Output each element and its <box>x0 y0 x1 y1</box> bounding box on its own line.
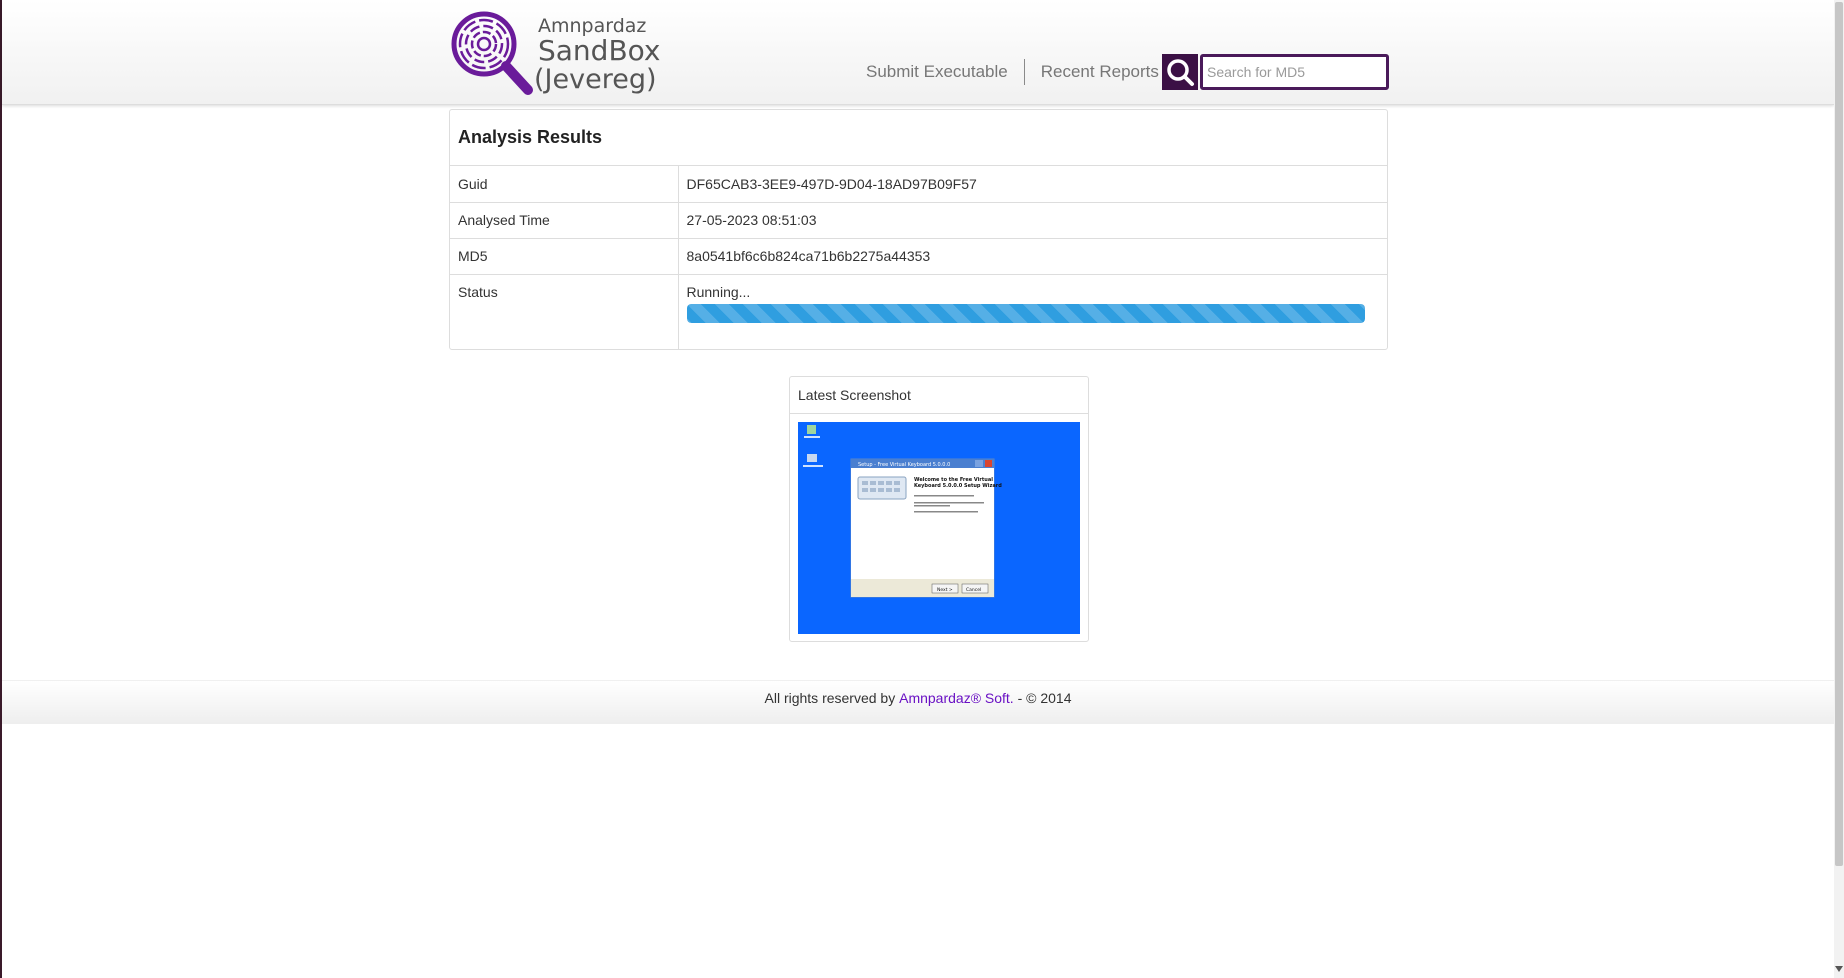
table-row: MD5 8a0541bf6c6b824ca71b6b2275a44353 <box>450 237 1387 274</box>
window-edge <box>0 0 2 978</box>
row-value: 8a0541bf6c6b824ca71b6b2275a44353 <box>678 237 1387 274</box>
fingerprint-magnifier-icon <box>451 11 533 95</box>
desktop-screenshot: Setup - Free Virtual Keyboard 5.0.0.0 We… <box>798 422 1080 634</box>
analysis-results-panel: Analysis Results Guid DF65CAB3-3EE9-497D… <box>449 109 1388 350</box>
setup-dialog: Setup - Free Virtual Keyboard 5.0.0.0 We… <box>850 458 1002 598</box>
page: Amnpardaz SandBox (Jevereg) Submit Execu… <box>0 0 1844 978</box>
footer-suffix: - © 2014 <box>1017 689 1072 706</box>
results-table: Guid DF65CAB3-3EE9-497D-9D04-18AD97B09F5… <box>450 166 1387 349</box>
row-value: 27-05-2023 08:51:03 <box>678 201 1387 238</box>
row-key: Analysed Time <box>450 201 679 238</box>
row-key: Guid <box>450 166 679 202</box>
panel-title: Latest Screenshot <box>790 377 1088 414</box>
row-key: MD5 <box>450 237 679 274</box>
progress-bar-fill <box>686 303 1365 323</box>
md5-search-input[interactable] <box>1200 54 1389 90</box>
footer: All rights reserved by Amnpardaz® Soft. … <box>2 680 1834 724</box>
panel-title: Analysis Results <box>450 110 1387 166</box>
search-icon <box>1167 59 1194 86</box>
table-row: Guid DF65CAB3-3EE9-497D-9D04-18AD97B09F5… <box>450 166 1387 202</box>
dialog-next-button: Next > <box>937 587 953 593</box>
row-key: Status <box>450 273 679 349</box>
brand-line-2: SandBox <box>538 34 661 67</box>
vertical-scrollbar[interactable] <box>1834 0 1844 978</box>
search-button[interactable] <box>1162 54 1198 90</box>
header: Amnpardaz SandBox (Jevereg) Submit Execu… <box>2 0 1834 105</box>
status-row: Status Running... <box>450 273 1387 349</box>
status-cell: Running... <box>678 273 1387 349</box>
dialog-heading-2: Keyboard 5.0.0.0 Setup Wizard <box>914 483 1002 489</box>
brand-line-3: (Jevereg) <box>534 64 657 95</box>
table-row: Analysed Time 27-05-2023 08:51:03 <box>450 201 1387 238</box>
dialog-title: Setup - Free Virtual Keyboard 5.0.0.0 <box>858 462 950 468</box>
screenshot-thumbnail[interactable]: Setup - Free Virtual Keyboard 5.0.0.0 We… <box>798 422 1080 634</box>
dialog-cancel-button: Cancel <box>966 587 981 593</box>
latest-screenshot-panel: Latest Screenshot Setup - Free Virtual K <box>789 376 1089 642</box>
progress-bar <box>686 303 1365 323</box>
footer-company-link[interactable]: Amnpardaz® Soft. <box>899 690 1014 706</box>
main-nav: Submit Executable Recent Reports <box>850 55 1176 89</box>
scroll-thumb[interactable] <box>1835 2 1843 866</box>
scroll-down-arrow-icon[interactable] <box>1835 964 1843 974</box>
nav-recent-reports[interactable]: Recent Reports <box>1025 59 1175 85</box>
footer-prefix: All rights reserved by <box>764 689 896 706</box>
row-value: DF65CAB3-3EE9-497D-9D04-18AD97B09F57 <box>686 175 977 192</box>
keyboard-icon <box>857 476 907 500</box>
status-text: Running... <box>686 283 751 300</box>
nav-submit-executable[interactable]: Submit Executable <box>850 59 1024 85</box>
logo[interactable]: Amnpardaz SandBox (Jevereg) <box>450 8 670 96</box>
search-group <box>1162 54 1389 90</box>
